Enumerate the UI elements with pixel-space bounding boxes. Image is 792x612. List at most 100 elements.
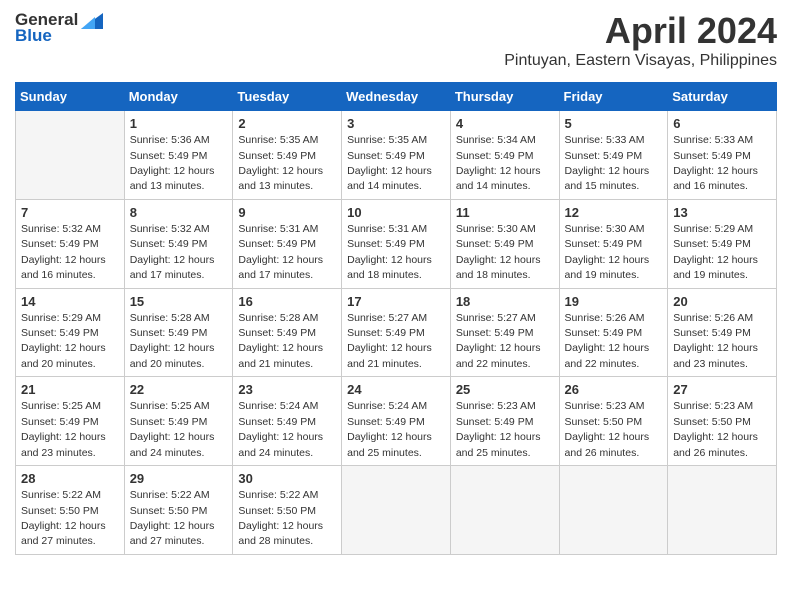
calendar-cell: 25Sunrise: 5:23 AMSunset: 5:49 PMDayligh… [450,377,559,466]
weekday-header-wednesday: Wednesday [342,83,451,111]
day-detail: Sunrise: 5:32 AMSunset: 5:49 PMDaylight:… [21,223,106,281]
day-detail: Sunrise: 5:33 AMSunset: 5:49 PMDaylight:… [673,134,758,192]
calendar-cell: 3Sunrise: 5:35 AMSunset: 5:49 PMDaylight… [342,111,451,200]
day-detail: Sunrise: 5:23 AMSunset: 5:50 PMDaylight:… [673,400,758,458]
calendar-cell: 8Sunrise: 5:32 AMSunset: 5:49 PMDaylight… [124,199,233,288]
calendar-cell: 7Sunrise: 5:32 AMSunset: 5:49 PMDaylight… [16,199,125,288]
logo: General Blue [15,10,103,46]
day-detail: Sunrise: 5:25 AMSunset: 5:49 PMDaylight:… [21,400,106,458]
weekday-header-monday: Monday [124,83,233,111]
calendar-body: 1Sunrise: 5:36 AMSunset: 5:49 PMDaylight… [16,111,777,555]
day-detail: Sunrise: 5:26 AMSunset: 5:49 PMDaylight:… [673,312,758,370]
day-detail: Sunrise: 5:22 AMSunset: 5:50 PMDaylight:… [130,489,215,547]
calendar-cell: 22Sunrise: 5:25 AMSunset: 5:49 PMDayligh… [124,377,233,466]
day-detail: Sunrise: 5:27 AMSunset: 5:49 PMDaylight:… [347,312,432,370]
calendar-cell [342,466,451,555]
calendar-cell: 21Sunrise: 5:25 AMSunset: 5:49 PMDayligh… [16,377,125,466]
calendar-cell: 12Sunrise: 5:30 AMSunset: 5:49 PMDayligh… [559,199,668,288]
day-detail: Sunrise: 5:22 AMSunset: 5:50 PMDaylight:… [238,489,323,547]
day-number: 27 [673,381,771,399]
day-detail: Sunrise: 5:34 AMSunset: 5:49 PMDaylight:… [456,134,541,192]
day-detail: Sunrise: 5:26 AMSunset: 5:49 PMDaylight:… [565,312,650,370]
day-detail: Sunrise: 5:30 AMSunset: 5:49 PMDaylight:… [456,223,541,281]
weekday-header-row: SundayMondayTuesdayWednesdayThursdayFrid… [16,83,777,111]
weekday-header-thursday: Thursday [450,83,559,111]
day-number: 9 [238,204,336,222]
day-detail: Sunrise: 5:23 AMSunset: 5:50 PMDaylight:… [565,400,650,458]
calendar-cell [450,466,559,555]
day-number: 22 [130,381,228,399]
calendar-cell: 13Sunrise: 5:29 AMSunset: 5:49 PMDayligh… [668,199,777,288]
day-number: 14 [21,293,119,311]
calendar-week-row: 21Sunrise: 5:25 AMSunset: 5:49 PMDayligh… [16,377,777,466]
day-detail: Sunrise: 5:30 AMSunset: 5:49 PMDaylight:… [565,223,650,281]
day-detail: Sunrise: 5:22 AMSunset: 5:50 PMDaylight:… [21,489,106,547]
calendar-cell [559,466,668,555]
calendar-cell: 15Sunrise: 5:28 AMSunset: 5:49 PMDayligh… [124,288,233,377]
day-number: 15 [130,293,228,311]
day-number: 23 [238,381,336,399]
day-detail: Sunrise: 5:28 AMSunset: 5:49 PMDaylight:… [238,312,323,370]
calendar-cell: 27Sunrise: 5:23 AMSunset: 5:50 PMDayligh… [668,377,777,466]
calendar-cell: 14Sunrise: 5:29 AMSunset: 5:49 PMDayligh… [16,288,125,377]
day-number: 24 [347,381,445,399]
calendar-cell: 29Sunrise: 5:22 AMSunset: 5:50 PMDayligh… [124,466,233,555]
calendar-cell: 23Sunrise: 5:24 AMSunset: 5:49 PMDayligh… [233,377,342,466]
day-number: 19 [565,293,663,311]
day-number: 13 [673,204,771,222]
day-number: 18 [456,293,554,311]
logo-blue-text: Blue [15,26,52,46]
day-number: 8 [130,204,228,222]
calendar-cell: 30Sunrise: 5:22 AMSunset: 5:50 PMDayligh… [233,466,342,555]
calendar-week-row: 1Sunrise: 5:36 AMSunset: 5:49 PMDaylight… [16,111,777,200]
weekday-header-sunday: Sunday [16,83,125,111]
day-detail: Sunrise: 5:24 AMSunset: 5:49 PMDaylight:… [347,400,432,458]
calendar-header: SundayMondayTuesdayWednesdayThursdayFrid… [16,83,777,111]
page-title: April 2024 [504,10,777,52]
day-detail: Sunrise: 5:35 AMSunset: 5:49 PMDaylight:… [238,134,323,192]
day-number: 25 [456,381,554,399]
day-number: 3 [347,115,445,133]
day-detail: Sunrise: 5:28 AMSunset: 5:49 PMDaylight:… [130,312,215,370]
day-detail: Sunrise: 5:29 AMSunset: 5:49 PMDaylight:… [673,223,758,281]
day-detail: Sunrise: 5:25 AMSunset: 5:49 PMDaylight:… [130,400,215,458]
day-number: 4 [456,115,554,133]
day-number: 10 [347,204,445,222]
logo-icon [81,13,103,29]
calendar-cell: 4Sunrise: 5:34 AMSunset: 5:49 PMDaylight… [450,111,559,200]
weekday-header-friday: Friday [559,83,668,111]
calendar-week-row: 28Sunrise: 5:22 AMSunset: 5:50 PMDayligh… [16,466,777,555]
day-number: 26 [565,381,663,399]
calendar-week-row: 14Sunrise: 5:29 AMSunset: 5:49 PMDayligh… [16,288,777,377]
day-detail: Sunrise: 5:33 AMSunset: 5:49 PMDaylight:… [565,134,650,192]
calendar-cell: 24Sunrise: 5:24 AMSunset: 5:49 PMDayligh… [342,377,451,466]
page-subtitle: Pintuyan, Eastern Visayas, Philippines [504,52,777,70]
weekday-header-tuesday: Tuesday [233,83,342,111]
calendar-week-row: 7Sunrise: 5:32 AMSunset: 5:49 PMDaylight… [16,199,777,288]
day-detail: Sunrise: 5:29 AMSunset: 5:49 PMDaylight:… [21,312,106,370]
title-block: April 2024 Pintuyan, Eastern Visayas, Ph… [504,10,777,78]
calendar-cell: 9Sunrise: 5:31 AMSunset: 5:49 PMDaylight… [233,199,342,288]
day-detail: Sunrise: 5:31 AMSunset: 5:49 PMDaylight:… [238,223,323,281]
day-number: 11 [456,204,554,222]
calendar-cell: 17Sunrise: 5:27 AMSunset: 5:49 PMDayligh… [342,288,451,377]
day-number: 2 [238,115,336,133]
day-detail: Sunrise: 5:24 AMSunset: 5:49 PMDaylight:… [238,400,323,458]
day-detail: Sunrise: 5:32 AMSunset: 5:49 PMDaylight:… [130,223,215,281]
calendar-cell: 11Sunrise: 5:30 AMSunset: 5:49 PMDayligh… [450,199,559,288]
day-number: 16 [238,293,336,311]
calendar-cell: 10Sunrise: 5:31 AMSunset: 5:49 PMDayligh… [342,199,451,288]
day-number: 20 [673,293,771,311]
day-number: 6 [673,115,771,133]
day-number: 29 [130,470,228,488]
calendar-cell: 1Sunrise: 5:36 AMSunset: 5:49 PMDaylight… [124,111,233,200]
day-number: 21 [21,381,119,399]
page-header: General Blue April 2024 Pintuyan, Easter… [15,10,777,78]
calendar-table: SundayMondayTuesdayWednesdayThursdayFrid… [15,82,777,555]
day-detail: Sunrise: 5:27 AMSunset: 5:49 PMDaylight:… [456,312,541,370]
day-number: 7 [21,204,119,222]
weekday-header-saturday: Saturday [668,83,777,111]
day-detail: Sunrise: 5:31 AMSunset: 5:49 PMDaylight:… [347,223,432,281]
day-number: 17 [347,293,445,311]
calendar-cell [668,466,777,555]
